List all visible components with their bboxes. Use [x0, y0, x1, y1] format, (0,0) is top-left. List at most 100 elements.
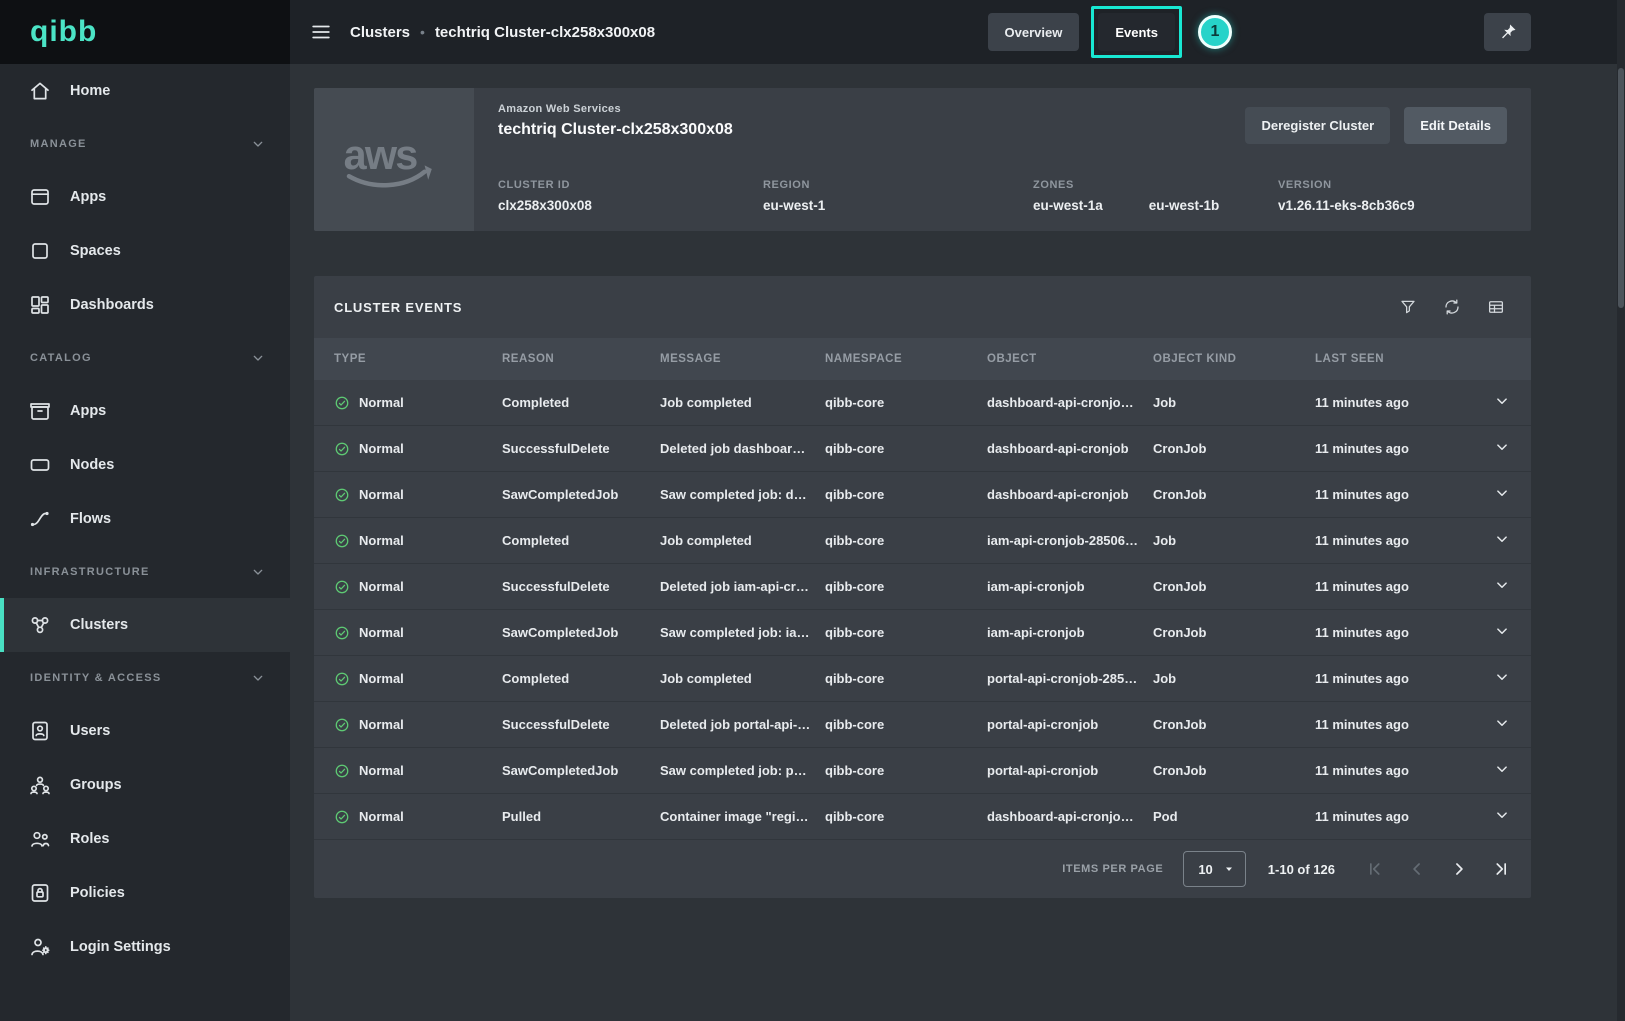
sidebar-item-apps[interactable]: Apps	[0, 384, 290, 438]
dashboards-icon	[28, 293, 52, 317]
table-row[interactable]: NormalSawCompletedJobSaw completed job: …	[314, 472, 1531, 518]
table-row[interactable]: NormalPulledContainer image "registry…qi…	[314, 794, 1531, 840]
check-circle-icon	[334, 395, 350, 411]
qibb-logo[interactable]: qibb	[30, 15, 97, 49]
table-row[interactable]: NormalSuccessfulDeleteDeleted job iam-ap…	[314, 564, 1531, 610]
sidebar-item-label: Spaces	[70, 243, 121, 259]
column-header-object-kind[interactable]: OBJECT KIND	[1153, 353, 1315, 365]
cluster-card-header: Amazon Web Services techtriq Cluster-clx…	[474, 88, 1531, 179]
event-message: Job completed	[660, 671, 825, 686]
row-expand-chevron-icon[interactable]	[1493, 806, 1511, 827]
scrollbar-thumb[interactable]	[1618, 68, 1624, 308]
sidebar-item-nodes[interactable]: Nodes	[0, 438, 290, 492]
table-row[interactable]: NormalCompletedJob completedqibb-coreiam…	[314, 518, 1531, 564]
event-reason: SawCompletedJob	[502, 487, 660, 502]
row-expand-chevron-icon[interactable]	[1493, 484, 1511, 505]
column-header-type[interactable]: TYPE	[334, 353, 502, 365]
last-page-button[interactable]	[1487, 855, 1515, 883]
sidebar-section-infrastructure[interactable]: INFRASTRUCTURE	[0, 546, 290, 598]
column-header-reason[interactable]: REASON	[502, 353, 660, 365]
row-expand-chevron-icon[interactable]	[1493, 438, 1511, 459]
sidebar-section-catalog[interactable]: CATALOG	[0, 332, 290, 384]
sidebar-item-flows[interactable]: Flows	[0, 492, 290, 546]
sidebar-item-label: Roles	[70, 831, 110, 847]
tab-overview[interactable]: Overview	[988, 13, 1080, 51]
refresh-button[interactable]	[1443, 298, 1461, 316]
menu-toggle-button[interactable]	[310, 21, 332, 43]
column-header-last-seen[interactable]: LAST SEEN	[1315, 353, 1465, 365]
check-circle-icon	[334, 533, 350, 549]
column-header-object[interactable]: OBJECT	[987, 353, 1153, 365]
scrollbar[interactable]	[1617, 0, 1625, 1021]
panel-toolbar	[1399, 298, 1505, 316]
sidebar-item-login-settings[interactable]: Login Settings	[0, 920, 290, 974]
prev-page-button[interactable]	[1403, 855, 1431, 883]
sidebar-item-clusters[interactable]: Clusters	[0, 598, 290, 652]
event-object: portal-api-cronjob	[987, 717, 1153, 732]
sidebar-section-manage[interactable]: MANAGE	[0, 118, 290, 170]
row-expand-chevron-icon[interactable]	[1493, 576, 1511, 597]
next-page-button[interactable]	[1445, 855, 1473, 883]
sidebar-item-users[interactable]: Users	[0, 704, 290, 758]
filter-button[interactable]	[1399, 298, 1417, 316]
column-header-namespace[interactable]: NAMESPACE	[825, 353, 987, 365]
aws-logo-text: aws	[344, 132, 418, 178]
tab-events[interactable]: Events	[1098, 13, 1175, 51]
sidebar-item-roles[interactable]: Roles	[0, 812, 290, 866]
items-per-page-select[interactable]: 10	[1183, 851, 1245, 887]
sidebar-item-policies[interactable]: Policies	[0, 866, 290, 920]
edit-details-button[interactable]: Edit Details	[1404, 107, 1507, 144]
row-expand-chevron-icon[interactable]	[1493, 530, 1511, 551]
first-page-button[interactable]	[1361, 855, 1389, 883]
row-expand-chevron-icon[interactable]	[1493, 392, 1511, 413]
table-row[interactable]: NormalSawCompletedJobSaw completed job: …	[314, 748, 1531, 794]
table-view-button[interactable]	[1487, 298, 1505, 316]
sidebar-item-label: Apps	[70, 189, 106, 205]
row-expand-chevron-icon[interactable]	[1493, 760, 1511, 781]
event-type: Normal	[334, 671, 502, 687]
row-expand-chevron-icon[interactable]	[1493, 668, 1511, 689]
roles-icon	[28, 827, 52, 851]
login-settings-icon	[28, 935, 52, 959]
event-reason: Completed	[502, 533, 660, 548]
table-row[interactable]: NormalSuccessfulDeleteDeleted job portal…	[314, 702, 1531, 748]
check-circle-icon	[334, 809, 350, 825]
event-message: Container image "registry…	[660, 809, 825, 824]
items-per-page-label: ITEMS PER PAGE	[1062, 863, 1163, 875]
pin-button[interactable]	[1484, 13, 1531, 51]
sidebar-section-identity-access[interactable]: IDENTITY & ACCESS	[0, 652, 290, 704]
event-last-seen: 11 minutes ago	[1315, 763, 1465, 778]
breadcrumb-separator: •	[420, 24, 425, 40]
event-namespace: qibb-core	[825, 763, 987, 778]
event-namespace: qibb-core	[825, 533, 987, 548]
event-namespace: qibb-core	[825, 487, 987, 502]
table-row[interactable]: NormalSawCompletedJobSaw completed job: …	[314, 610, 1531, 656]
sidebar-item-apps[interactable]: Apps	[0, 170, 290, 224]
row-expand-chevron-icon[interactable]	[1493, 622, 1511, 643]
event-message: Deleted job iam-api-cronjo…	[660, 579, 825, 594]
event-type-label: Normal	[359, 809, 404, 824]
sidebar-item-groups[interactable]: Groups	[0, 758, 290, 812]
field-value: eu-west-1b	[1149, 198, 1220, 213]
sidebar-item-spaces[interactable]: Spaces	[0, 224, 290, 278]
caret-down-icon	[1223, 863, 1235, 875]
event-object: dashboard-api-cronjob-28…	[987, 809, 1153, 824]
table-row[interactable]: NormalSuccessfulDeleteDeleted job dashbo…	[314, 426, 1531, 472]
events-table-body: Normal Completed Job completed qibb-core das…	[314, 380, 1531, 840]
home-icon	[28, 79, 52, 103]
deregister-cluster-button[interactable]: Deregister Cluster	[1245, 107, 1390, 144]
event-type-label: Normal	[359, 763, 404, 778]
sidebar-item-home[interactable]: Home	[0, 64, 290, 118]
row-expand-chevron-icon[interactable]	[1493, 714, 1511, 735]
event-type-label: Normal	[359, 487, 404, 502]
check-circle-icon	[334, 441, 350, 457]
table-row[interactable]: NormalCompletedJob completedqibb-coredas…	[314, 380, 1531, 426]
sidebar: qibb HomeMANAGE Apps Spaces Dashboards CATAL…	[0, 0, 290, 1021]
breadcrumb-section[interactable]: Clusters	[350, 24, 410, 41]
sidebar-item-dashboards[interactable]: Dashboards	[0, 278, 290, 332]
sidebar-section-label: CATALOG	[30, 352, 92, 364]
field-value: v1.26.11-eks-8cb36c9	[1278, 198, 1507, 213]
column-header-message[interactable]: MESSAGE	[660, 353, 825, 365]
table-row[interactable]: NormalCompletedJob completedqibb-corepor…	[314, 656, 1531, 702]
event-type: Normal	[334, 395, 502, 411]
